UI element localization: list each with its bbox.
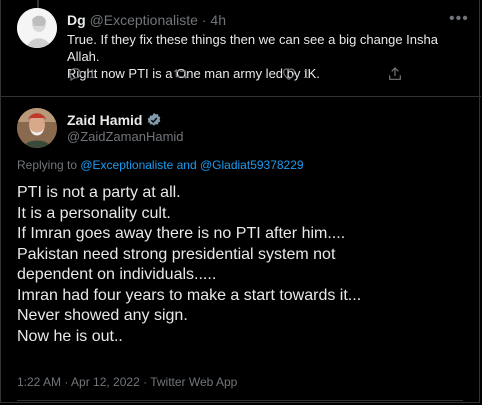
reply-button[interactable]: 1 [67, 66, 96, 82]
reply-text-line: True. If they fix these things then we c… [67, 32, 438, 64]
replying-to: Replying to @Exceptionaliste and @Gladia… [17, 158, 304, 172]
share-button[interactable] [387, 66, 409, 82]
meta-separator: · [201, 12, 207, 28]
mention-link[interactable]: @Gladiat59378229 [200, 158, 304, 172]
thread-line-top [37, 0, 39, 8]
avatar-zaid-hamid[interactable] [17, 108, 57, 148]
main-text-line: Pakistan need strong presidential system… [17, 245, 336, 263]
main-text-line: PTI is not a party at all. [17, 184, 181, 201]
main-author-name[interactable]: Zaid Hamid [67, 112, 162, 128]
retweet-button[interactable] [173, 66, 195, 82]
main-text-line: dependent on individuals..... [17, 266, 217, 283]
tweet-thread: Dg @Exceptionaliste · 4h ••• True. If th… [0, 0, 481, 403]
reply-author-handle[interactable]: @Exceptionaliste [90, 12, 198, 28]
avatar-dg[interactable] [17, 8, 57, 48]
reply-tweet-actions: 1 1 [63, 66, 413, 86]
tweet-timestamp[interactable]: 1:22 AM · Apr 12, 2022 · Twitter Web App [17, 375, 237, 389]
main-text-line: Never showed any sign. [17, 307, 188, 324]
more-horizontal-icon[interactable]: ••• [449, 10, 469, 28]
main-tweet-text: PTI is not a party at all. It is a perso… [17, 183, 467, 347]
main-text-line: If Imran goes away there is no PTI after… [17, 225, 346, 242]
reply-author-name[interactable]: Dg [67, 12, 86, 28]
main-text-line: Now he is out.. [17, 327, 123, 345]
reply-time[interactable]: 4h [210, 12, 226, 28]
main-author-handle[interactable]: @ZaidZamanHamid [67, 129, 184, 144]
reply-count: 1 [89, 67, 96, 81]
main-text-line: It is a personality cult. [17, 204, 171, 222]
reply-tweet[interactable]: Dg @Exceptionaliste · 4h ••• True. If th… [1, 0, 481, 97]
heart-icon [283, 68, 295, 81]
retweet-icon [173, 69, 189, 79]
share-icon [389, 67, 401, 80]
replying-prefix: Replying to [17, 158, 81, 172]
verified-badge-icon [148, 113, 161, 126]
mention-link[interactable]: @Exceptionaliste [80, 158, 173, 172]
divider [17, 400, 463, 401]
like-count: 1 [303, 67, 310, 81]
like-button[interactable]: 1 [281, 66, 310, 82]
main-author-name-text: Zaid Hamid [67, 112, 143, 128]
replying-and[interactable]: and [173, 158, 200, 172]
main-text-line: Imran had four years to make a start tow… [17, 286, 362, 304]
reply-tweet-header: Dg @Exceptionaliste · 4h [67, 12, 226, 28]
reply-icon [69, 68, 81, 82]
